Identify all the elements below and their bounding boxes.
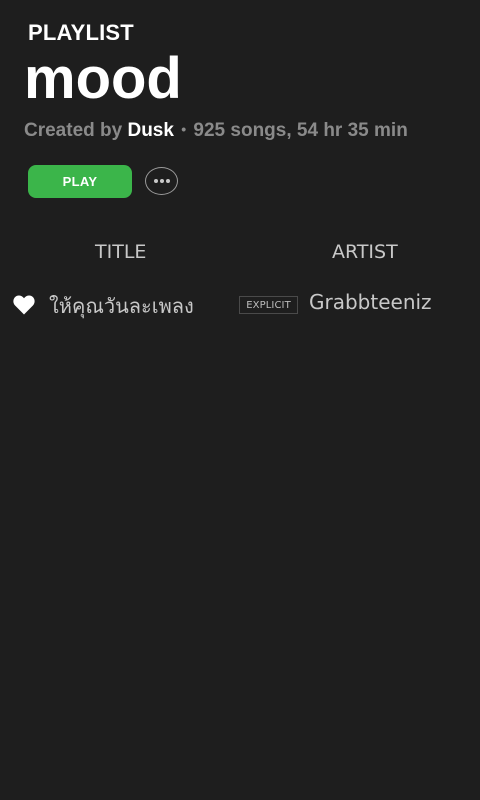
track-artist-link[interactable]: Grabbteeniz bbox=[309, 290, 432, 314]
playlist-owner-link[interactable]: Dusk bbox=[127, 120, 173, 141]
track-title: ให้คุณวันละเพลง bbox=[49, 294, 194, 318]
playlist-screen: PLAYLIST mood Created by Dusk • 925 song… bbox=[0, 0, 480, 800]
column-header-artist[interactable]: ARTIST bbox=[332, 241, 398, 263]
track-row[interactable]: ให้คุณวันละเพลง EXPLICIT Grabbteeniz bbox=[0, 282, 480, 326]
playlist-meta: Created by Dusk • 925 songs, 54 hr 35 mi… bbox=[24, 120, 408, 142]
playlist-stats: 925 songs, 54 hr 35 min bbox=[193, 120, 408, 141]
playlist-kind-label: PLAYLIST bbox=[28, 20, 134, 45]
play-button[interactable]: PLAY bbox=[28, 165, 132, 198]
playlist-title: mood bbox=[24, 46, 182, 111]
created-by-label: Created by bbox=[24, 120, 123, 141]
more-horizontal-icon bbox=[153, 178, 171, 184]
heart-icon[interactable] bbox=[12, 293, 36, 317]
explicit-badge: EXPLICIT bbox=[239, 296, 298, 314]
more-options-button[interactable] bbox=[145, 167, 178, 195]
column-header-title[interactable]: TITLE bbox=[95, 241, 146, 263]
meta-separator: • bbox=[181, 121, 187, 137]
